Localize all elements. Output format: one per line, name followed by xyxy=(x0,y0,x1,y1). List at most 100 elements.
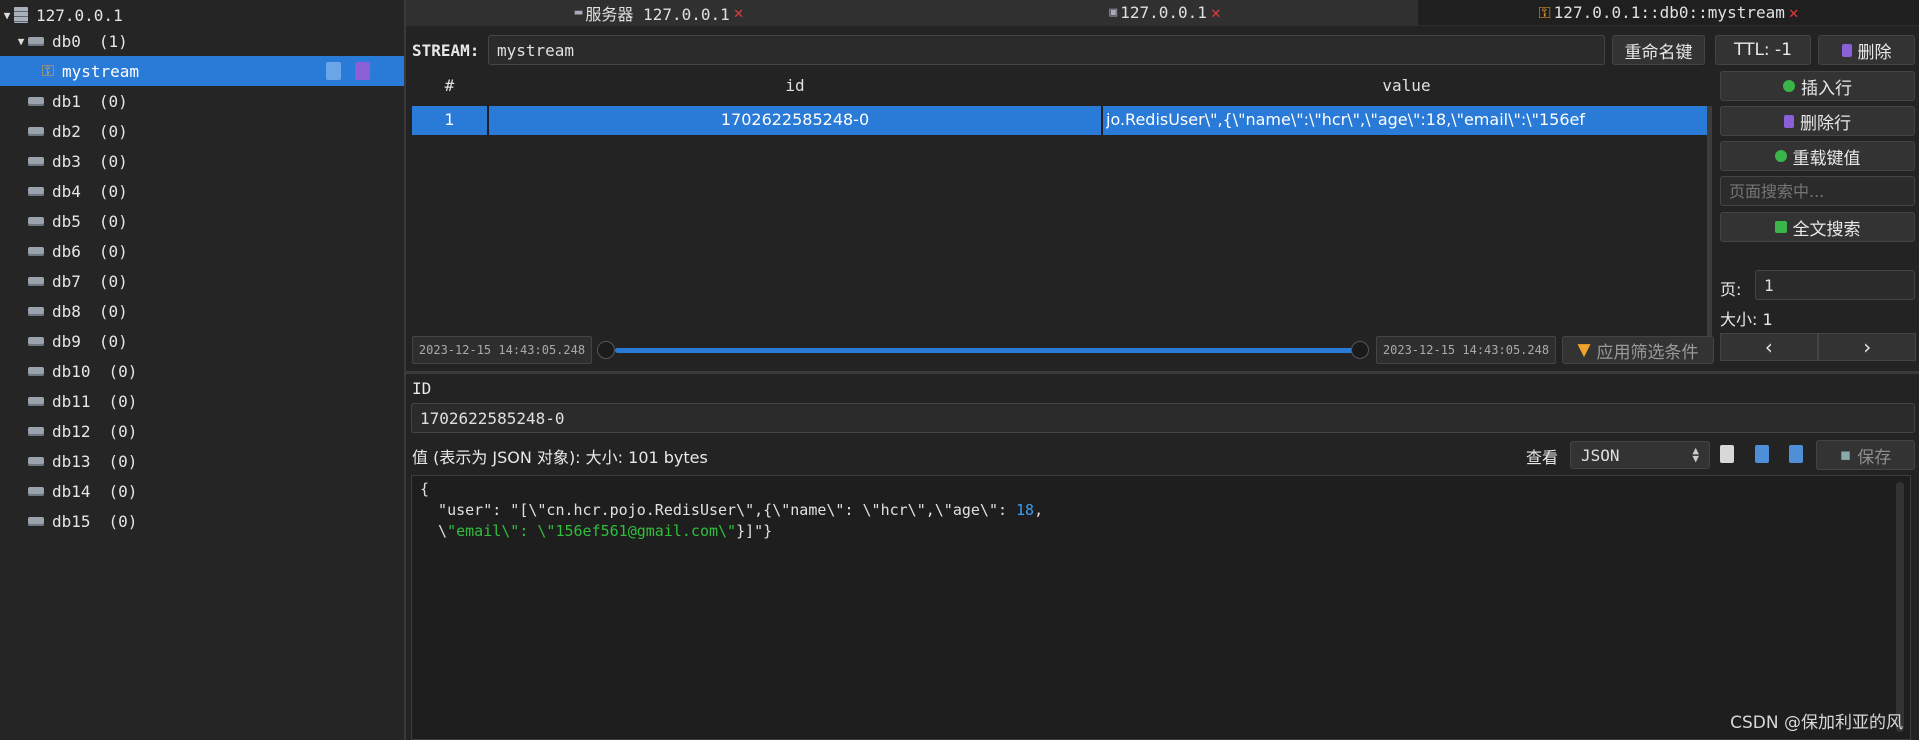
rename-key-button[interactable]: 重命名键 xyxy=(1612,35,1705,65)
server-label: 127.0.0.1 xyxy=(36,5,123,25)
tree-db-node[interactable]: db6 (0) xyxy=(0,236,404,266)
code-number: 18 xyxy=(1016,501,1035,519)
format-select[interactable]: JSON ▲ ▼ xyxy=(1570,441,1710,469)
next-page-button[interactable]: › xyxy=(1818,333,1916,361)
column-header-id[interactable]: id xyxy=(489,76,1101,95)
database-icon xyxy=(28,126,44,136)
db-label: db14 xyxy=(52,481,91,501)
key-name-input[interactable]: mystream xyxy=(488,35,1605,65)
key-icon: ⚿ xyxy=(1538,2,1551,22)
trash-icon xyxy=(1841,43,1852,57)
tab-label: 服务器 127.0.0.1 xyxy=(585,4,730,24)
db-label: db0 xyxy=(52,31,81,51)
db-label: db12 xyxy=(52,421,91,441)
tree-key-mystream[interactable]: ⚿ mystream xyxy=(0,56,404,86)
database-icon xyxy=(28,216,44,226)
delete-row-button[interactable]: 删除行 xyxy=(1720,106,1915,136)
copy-key-icon[interactable] xyxy=(326,62,341,80)
tree-db-node[interactable]: db7 (0) xyxy=(0,266,404,296)
tree-db-node[interactable]: db1 (0) xyxy=(0,86,404,116)
view-label: 查看 xyxy=(1526,448,1559,467)
tree-db0-node[interactable]: ▼ db0 (1) xyxy=(0,26,404,56)
database-icon xyxy=(28,396,44,406)
tab-console[interactable]: ▣ 127.0.0.1 ✕ xyxy=(912,0,1419,25)
tree-db-node[interactable]: db10 (0) xyxy=(0,356,404,386)
db-label: db2 xyxy=(52,121,81,141)
tree-db-node[interactable]: db5 (0) xyxy=(0,206,404,236)
db-count: (0) xyxy=(108,481,138,501)
delete-key-button[interactable]: 删除 xyxy=(1818,35,1915,65)
end-time-field[interactable]: 2023-12-15 14:43:05.248 xyxy=(1376,336,1556,364)
sidebar-tree: ▼ 127.0.0.1 ▼ db0 (1) ⚿ mystream db1 (0) d… xyxy=(0,0,406,740)
insert-row-button[interactable]: 插入行 xyxy=(1720,71,1915,101)
db-count: (0) xyxy=(98,121,128,141)
split-handle[interactable] xyxy=(406,371,1919,374)
db-count: (1) xyxy=(98,31,128,51)
db-count: (0) xyxy=(98,181,128,201)
tree-db-node[interactable]: db12 (0) xyxy=(0,416,404,446)
server-icon xyxy=(14,7,28,23)
page-number-input[interactable]: 1 xyxy=(1755,270,1915,300)
prev-page-button[interactable]: ‹ xyxy=(1720,333,1818,361)
editor-scrollbar[interactable] xyxy=(1896,482,1904,732)
start-time-field[interactable]: 2023-12-15 14:43:05.248 xyxy=(412,336,592,364)
document-icon[interactable] xyxy=(1789,445,1803,463)
value-editor[interactable]: { "user": "[\"cn.hcr.pojo.RedisUser\",{\… xyxy=(411,475,1911,740)
code-icon[interactable] xyxy=(1755,445,1769,463)
key-label: mystream xyxy=(62,61,140,81)
range-start-handle[interactable] xyxy=(597,341,615,359)
reload-button[interactable]: 重载键值 xyxy=(1720,141,1915,171)
database-icon xyxy=(28,516,44,526)
page-search-input[interactable] xyxy=(1720,176,1915,206)
tree-db-node[interactable]: db2 (0) xyxy=(0,116,404,146)
ttl-button[interactable]: TTL: -1 xyxy=(1715,35,1811,65)
time-range-track[interactable] xyxy=(615,348,1359,353)
expand-arrow-icon[interactable]: ▼ xyxy=(14,35,28,48)
table-row[interactable]: 1 1702622585248-0 jo.RedisUser\",{\"name… xyxy=(412,106,1712,135)
tree-db-node[interactable]: db9 (0) xyxy=(0,326,404,356)
range-end-handle[interactable] xyxy=(1351,341,1369,359)
entry-id-field[interactable]: 1702622585248-0 xyxy=(411,403,1915,433)
tree-db-node[interactable]: db3 (0) xyxy=(0,146,404,176)
key-icon: ⚿ xyxy=(41,61,55,80)
size-label: 大小: 1 xyxy=(1720,310,1773,329)
tree-db-node[interactable]: db14 (0) xyxy=(0,476,404,506)
tree-db-node[interactable]: db11 (0) xyxy=(0,386,404,416)
delete-key-icon[interactable] xyxy=(355,62,370,80)
cell-num: 1 xyxy=(444,110,455,129)
expand-arrow-icon[interactable]: ▼ xyxy=(0,9,14,22)
full-text-search-button[interactable]: 全文搜索 xyxy=(1720,212,1915,242)
code-text: \ xyxy=(420,522,448,540)
table-scrollbar[interactable] xyxy=(1707,106,1712,336)
save-button[interactable]: ▪ 保存 xyxy=(1816,440,1915,470)
apply-filter-button[interactable]: ▼ 应用筛选条件 xyxy=(1562,336,1714,364)
close-icon[interactable]: ✕ xyxy=(1211,3,1221,22)
tab-key[interactable]: ⚿ 127.0.0.1::db0::mystream ✕ xyxy=(1418,0,1919,25)
tree-db-node[interactable]: db15 (0) xyxy=(0,506,404,536)
database-icon xyxy=(28,426,44,436)
reload-label: 重载键值 xyxy=(1792,148,1861,169)
database-icon xyxy=(28,156,44,166)
tree-db-node[interactable]: db13 (0) xyxy=(0,446,404,476)
db-count: (0) xyxy=(108,391,138,411)
tree-db-node[interactable]: db8 (0) xyxy=(0,296,404,326)
column-header-value[interactable]: value xyxy=(1103,76,1710,95)
db-count: (0) xyxy=(108,451,138,471)
copy-icon[interactable] xyxy=(1720,445,1734,463)
db-count: (0) xyxy=(98,331,128,351)
tab-server[interactable]: ▬ 服务器 127.0.0.1 ✕ xyxy=(406,0,913,25)
db-label: db3 xyxy=(52,151,81,171)
db-label: db4 xyxy=(52,181,81,201)
database-icon xyxy=(28,246,44,256)
db-count: (0) xyxy=(108,421,138,441)
close-icon[interactable]: ✕ xyxy=(1789,3,1799,22)
db-count: (0) xyxy=(98,241,128,261)
key-type-label: STREAM: xyxy=(412,41,480,60)
full-search-label: 全文搜索 xyxy=(1792,219,1861,240)
close-icon[interactable]: ✕ xyxy=(734,3,744,22)
id-label: ID xyxy=(412,379,432,398)
column-header-num[interactable]: # xyxy=(412,76,487,95)
code-text: "user": "[\"cn.hcr.pojo.RedisUser\",{\"n… xyxy=(420,501,1017,519)
tree-db-node[interactable]: db4 (0) xyxy=(0,176,404,206)
select-caret-icon: ▲ ▼ xyxy=(1692,444,1699,465)
